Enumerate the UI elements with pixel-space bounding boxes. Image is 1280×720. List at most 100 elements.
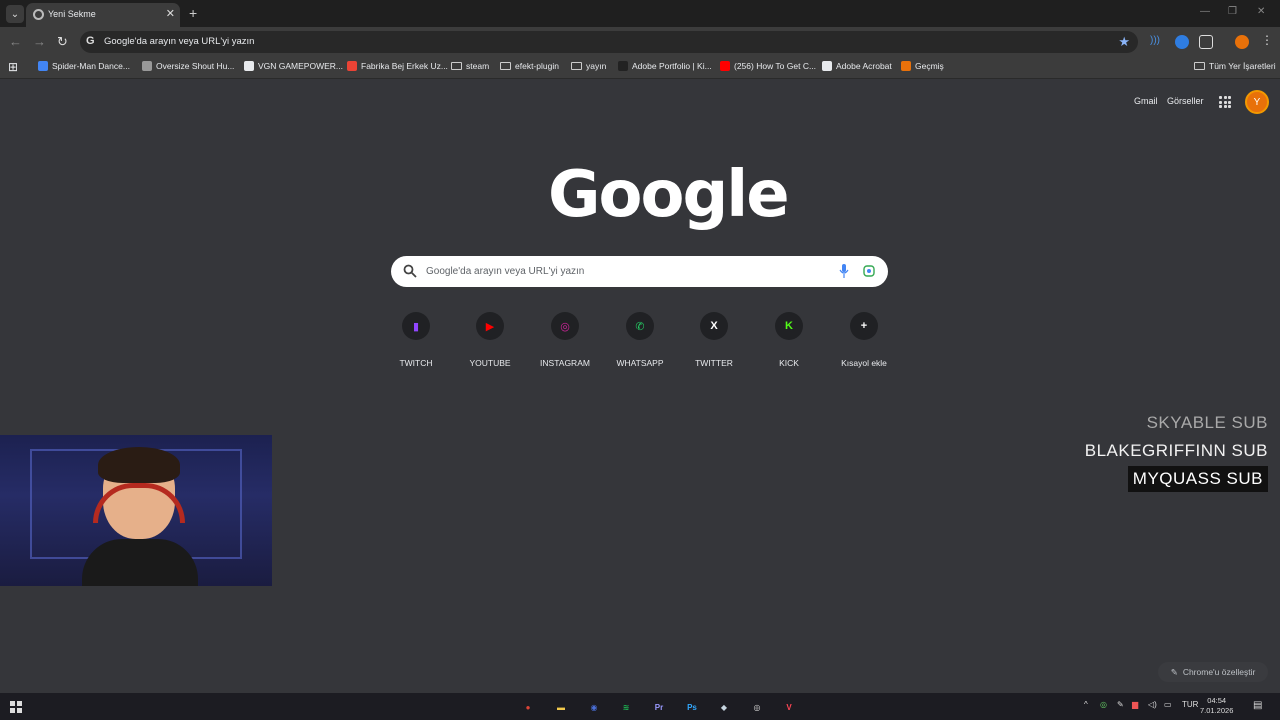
bookmark-favicon-icon (142, 61, 152, 71)
sub-alert-3: MYQUASS SUB (1127, 466, 1268, 492)
minimize-button[interactable]: — (1200, 6, 1210, 17)
webcam-overlay (0, 435, 272, 586)
avatar-hair (98, 447, 180, 483)
bookmark-item[interactable]: Fabrika Bej Erkek Uz... (347, 61, 448, 71)
bookmark-item[interactable]: (256) How To Get C... (720, 61, 816, 71)
menu-kebab-icon[interactable]: ⋮ (1261, 33, 1275, 47)
x-icon: X (700, 312, 728, 340)
shortcut-label: Kısayol ekle (841, 358, 887, 368)
bookmark-item[interactable]: Geçmiş (901, 61, 944, 71)
maximize-button[interactable]: ❐ (1228, 6, 1237, 17)
chrome-icon[interactable]: ● (520, 699, 536, 715)
bookmark-label: yayın (586, 61, 607, 71)
extensions-puzzle-icon[interactable] (1199, 35, 1213, 49)
bookmarks-bar: ⊞ Spider-Man Dance... Oversize Shout Hu..… (0, 57, 1280, 79)
shortcut-tile[interactable]: ▶ YOUTUBE (460, 312, 520, 368)
volume-icon[interactable]: ◁) (1148, 700, 1157, 709)
browser-icon[interactable]: ◉ (586, 699, 602, 715)
all-bookmarks-folder[interactable]: Tüm Yer İşaretleri (1194, 61, 1276, 71)
bookmark-item[interactable]: Adobe Acrobat (822, 61, 892, 71)
bookmark-label: VGN GAMEPOWER... (258, 61, 344, 71)
new-tab-button[interactable]: + (189, 5, 197, 21)
bookmark-favicon-icon (347, 61, 357, 71)
back-button[interactable]: ← (9, 34, 22, 49)
bookmark-favicon-icon (822, 61, 832, 71)
folder-icon (571, 62, 582, 70)
windows-start-icon[interactable] (10, 701, 22, 713)
file-explorer-icon[interactable]: ▬ (553, 699, 569, 715)
taskbar: ● ▬ ◉ ≋ Pr Ps ◆ ◎ V ^ ◎ ✎ ▆ ◁) ▭ TUR 04:54 7.01.… (0, 693, 1280, 720)
spotify-icon[interactable]: ≋ (618, 699, 634, 715)
bookmark-item[interactable]: VGN GAMEPOWER... (244, 61, 343, 71)
tray-flag-icon[interactable]: ▆ (1132, 700, 1138, 709)
profile-avatar[interactable]: Y (1245, 90, 1269, 114)
steam-icon[interactable]: ◆ (716, 699, 732, 715)
google-lens-icon[interactable] (863, 265, 875, 277)
tray-app-icon[interactable]: ◎ (1100, 700, 1107, 709)
forward-button[interactable]: → (33, 34, 46, 49)
bookmark-favicon-icon (720, 61, 730, 71)
bookmark-favicon-icon (38, 61, 48, 71)
bookmark-item[interactable]: steam (451, 61, 489, 71)
folder-icon (1194, 62, 1205, 70)
whatsapp-icon: ✆ (626, 312, 654, 340)
bookmark-label: efekt-plugin (515, 61, 559, 71)
reload-button[interactable]: ↻ (57, 34, 68, 50)
valorant-icon[interactable]: V (781, 699, 797, 715)
premiere-icon[interactable]: Pr (651, 699, 667, 715)
customize-chrome-button[interactable]: ✎ Chrome'u özelleştir (1158, 662, 1268, 682)
close-tab-icon[interactable]: ✕ (166, 7, 175, 20)
folder-icon (500, 62, 511, 70)
apps-grid-icon[interactable]: ⊞ (8, 60, 18, 74)
shortcut-label: YOUTUBE (469, 358, 511, 368)
address-bar[interactable]: G Google'da arayın veya URL'yi yazın ★ (80, 31, 1138, 53)
bookmark-item[interactable]: Spider-Man Dance... (38, 61, 130, 71)
tab-search-button[interactable]: ⌄ (6, 5, 24, 23)
network-icon[interactable]: ▭ (1164, 700, 1172, 709)
bookmark-favicon-icon (618, 61, 628, 71)
all-bookmarks-label: Tüm Yer İşaretleri (1209, 61, 1276, 71)
language-indicator[interactable]: TUR (1182, 700, 1198, 709)
google-apps-icon[interactable] (1219, 96, 1231, 108)
microphone-icon[interactable] (839, 264, 849, 278)
tab-new-tab[interactable]: Yeni Sekme ✕ (26, 3, 180, 27)
obs-icon[interactable]: ◎ (749, 699, 765, 715)
bookmark-label: Spider-Man Dance... (52, 61, 130, 71)
shortcut-tile[interactable]: K KICK (759, 312, 819, 368)
tray-overflow-icon[interactable]: ^ (1084, 700, 1088, 709)
extension-icon[interactable] (1175, 35, 1189, 49)
plus-icon: + (850, 312, 878, 340)
photoshop-icon[interactable]: Ps (684, 699, 700, 715)
shortcut-tile[interactable]: ▮ TWITCH (386, 312, 446, 368)
instagram-icon: ◎ (551, 312, 579, 340)
bookmark-label: Geçmiş (915, 61, 944, 71)
bookmark-item[interactable]: Oversize Shout Hu... (142, 61, 234, 71)
tray-pen-icon[interactable]: ✎ (1117, 700, 1124, 709)
images-link[interactable]: Görseller (1167, 96, 1204, 106)
address-bar-text: Google'da arayın veya URL'yi yazın (104, 36, 255, 47)
notification-icon[interactable]: ▤ (1253, 700, 1262, 711)
shortcut-tile[interactable]: ◎ INSTAGRAM (535, 312, 595, 368)
extension-audio-icon[interactable]: ))) (1150, 35, 1164, 49)
bookmark-favicon-icon (901, 61, 911, 71)
window-close-button[interactable]: ✕ (1257, 6, 1265, 17)
clock[interactable]: 04:54 7.01.2026 (1200, 696, 1233, 716)
avatar-body (82, 539, 198, 586)
bookmark-label: Fabrika Bej Erkek Uz... (361, 61, 448, 71)
profile-avatar-small[interactable] (1235, 35, 1249, 49)
shortcut-tile[interactable]: X TWITTER (684, 312, 744, 368)
bookmark-label: Oversize Shout Hu... (156, 61, 235, 71)
bookmark-item[interactable]: efekt-plugin (500, 61, 559, 71)
bookmark-item[interactable]: Adobe Portfolio | Ki... (618, 61, 712, 71)
sub-alert-2: BLAKEGRIFFINN SUB (1084, 441, 1268, 460)
shortcut-label: TWITTER (695, 358, 733, 368)
shortcut-tile[interactable]: + Kısayol ekle (834, 312, 894, 368)
bookmark-star-icon[interactable]: ★ (1118, 34, 1130, 50)
search-box[interactable]: Google'da arayın veya URL'yi yazın (391, 256, 888, 287)
gmail-link[interactable]: Gmail (1134, 96, 1158, 106)
tab-strip: ⌄ Yeni Sekme ✕ + — ❐ ✕ (0, 0, 1280, 27)
youtube-icon: ▶ (476, 312, 504, 340)
shortcut-tile[interactable]: ✆ WHATSAPP (610, 312, 670, 368)
bookmark-item[interactable]: yayın (571, 61, 606, 71)
bookmark-label: Adobe Acrobat (836, 61, 892, 71)
